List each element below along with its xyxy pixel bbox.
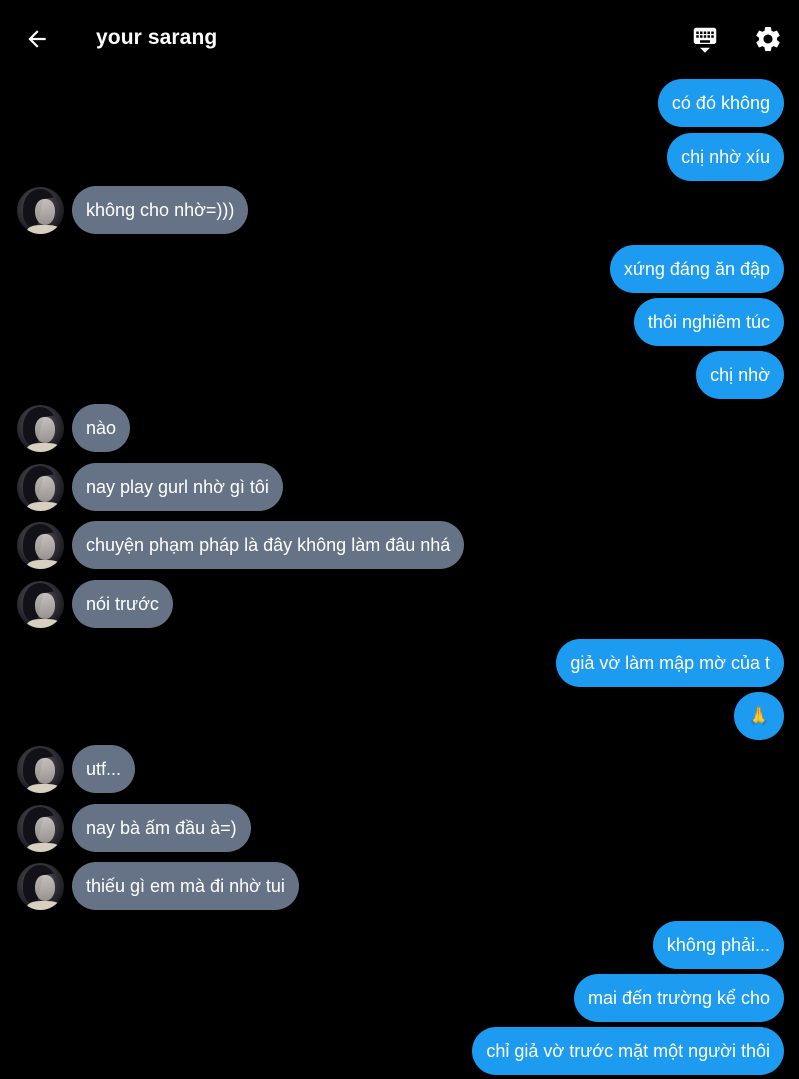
contact-avatar[interactable] xyxy=(17,187,64,234)
message-received[interactable]: nay play gurl nhờ gì tôi xyxy=(72,463,283,511)
chat-header: your sarang xyxy=(0,0,799,76)
keyboard-icon xyxy=(693,27,717,53)
settings-button[interactable] xyxy=(750,21,786,57)
message-received[interactable]: nào xyxy=(72,404,131,452)
conversation-title: your sarang xyxy=(96,26,218,49)
message-received[interactable]: nói trước xyxy=(72,580,173,628)
contact-avatar[interactable] xyxy=(17,464,64,511)
contact-avatar[interactable] xyxy=(17,581,64,628)
message-sent[interactable]: mai đến trường kể cho xyxy=(574,974,784,1022)
message-sent[interactable]: chị nhờ xíu xyxy=(667,133,784,181)
message-sent[interactable]: không phải... xyxy=(652,921,784,969)
arrow-left-icon xyxy=(28,30,46,48)
message-received[interactable]: không cho nhờ=))) xyxy=(72,186,249,234)
contact-avatar[interactable] xyxy=(17,522,64,569)
message-sent[interactable]: xứng đáng ăn đập xyxy=(609,245,784,293)
message-received[interactable]: chuyện phạm pháp là đây không làm đâu nh… xyxy=(72,521,465,569)
message-sent[interactable]: có đó không xyxy=(657,79,784,127)
contact-avatar[interactable] xyxy=(17,805,64,852)
contact-avatar[interactable] xyxy=(17,746,64,793)
gear-icon xyxy=(756,26,780,51)
message-sent[interactable]: thôi nghiêm túc xyxy=(633,298,784,346)
message-sent[interactable]: chị nhờ xyxy=(696,351,784,399)
message-received[interactable]: nay bà ấm đầu à=) xyxy=(72,804,251,852)
message-received[interactable]: utf... xyxy=(72,745,136,793)
contact-avatar[interactable] xyxy=(17,863,64,910)
contact-avatar[interactable] xyxy=(17,405,64,452)
back-button[interactable] xyxy=(20,22,54,56)
message-sent[interactable]: chỉ giả vờ trước mặt một người thôi xyxy=(472,1027,784,1075)
message-sent[interactable]: giả vờ làm mập mờ của t xyxy=(556,639,784,687)
keyboard-toggle-button[interactable] xyxy=(688,22,722,56)
message-sent-emoji[interactable]: 🙏 xyxy=(733,692,784,740)
message-received[interactable]: thiếu gì em mà đi nhờ tui xyxy=(72,862,299,910)
